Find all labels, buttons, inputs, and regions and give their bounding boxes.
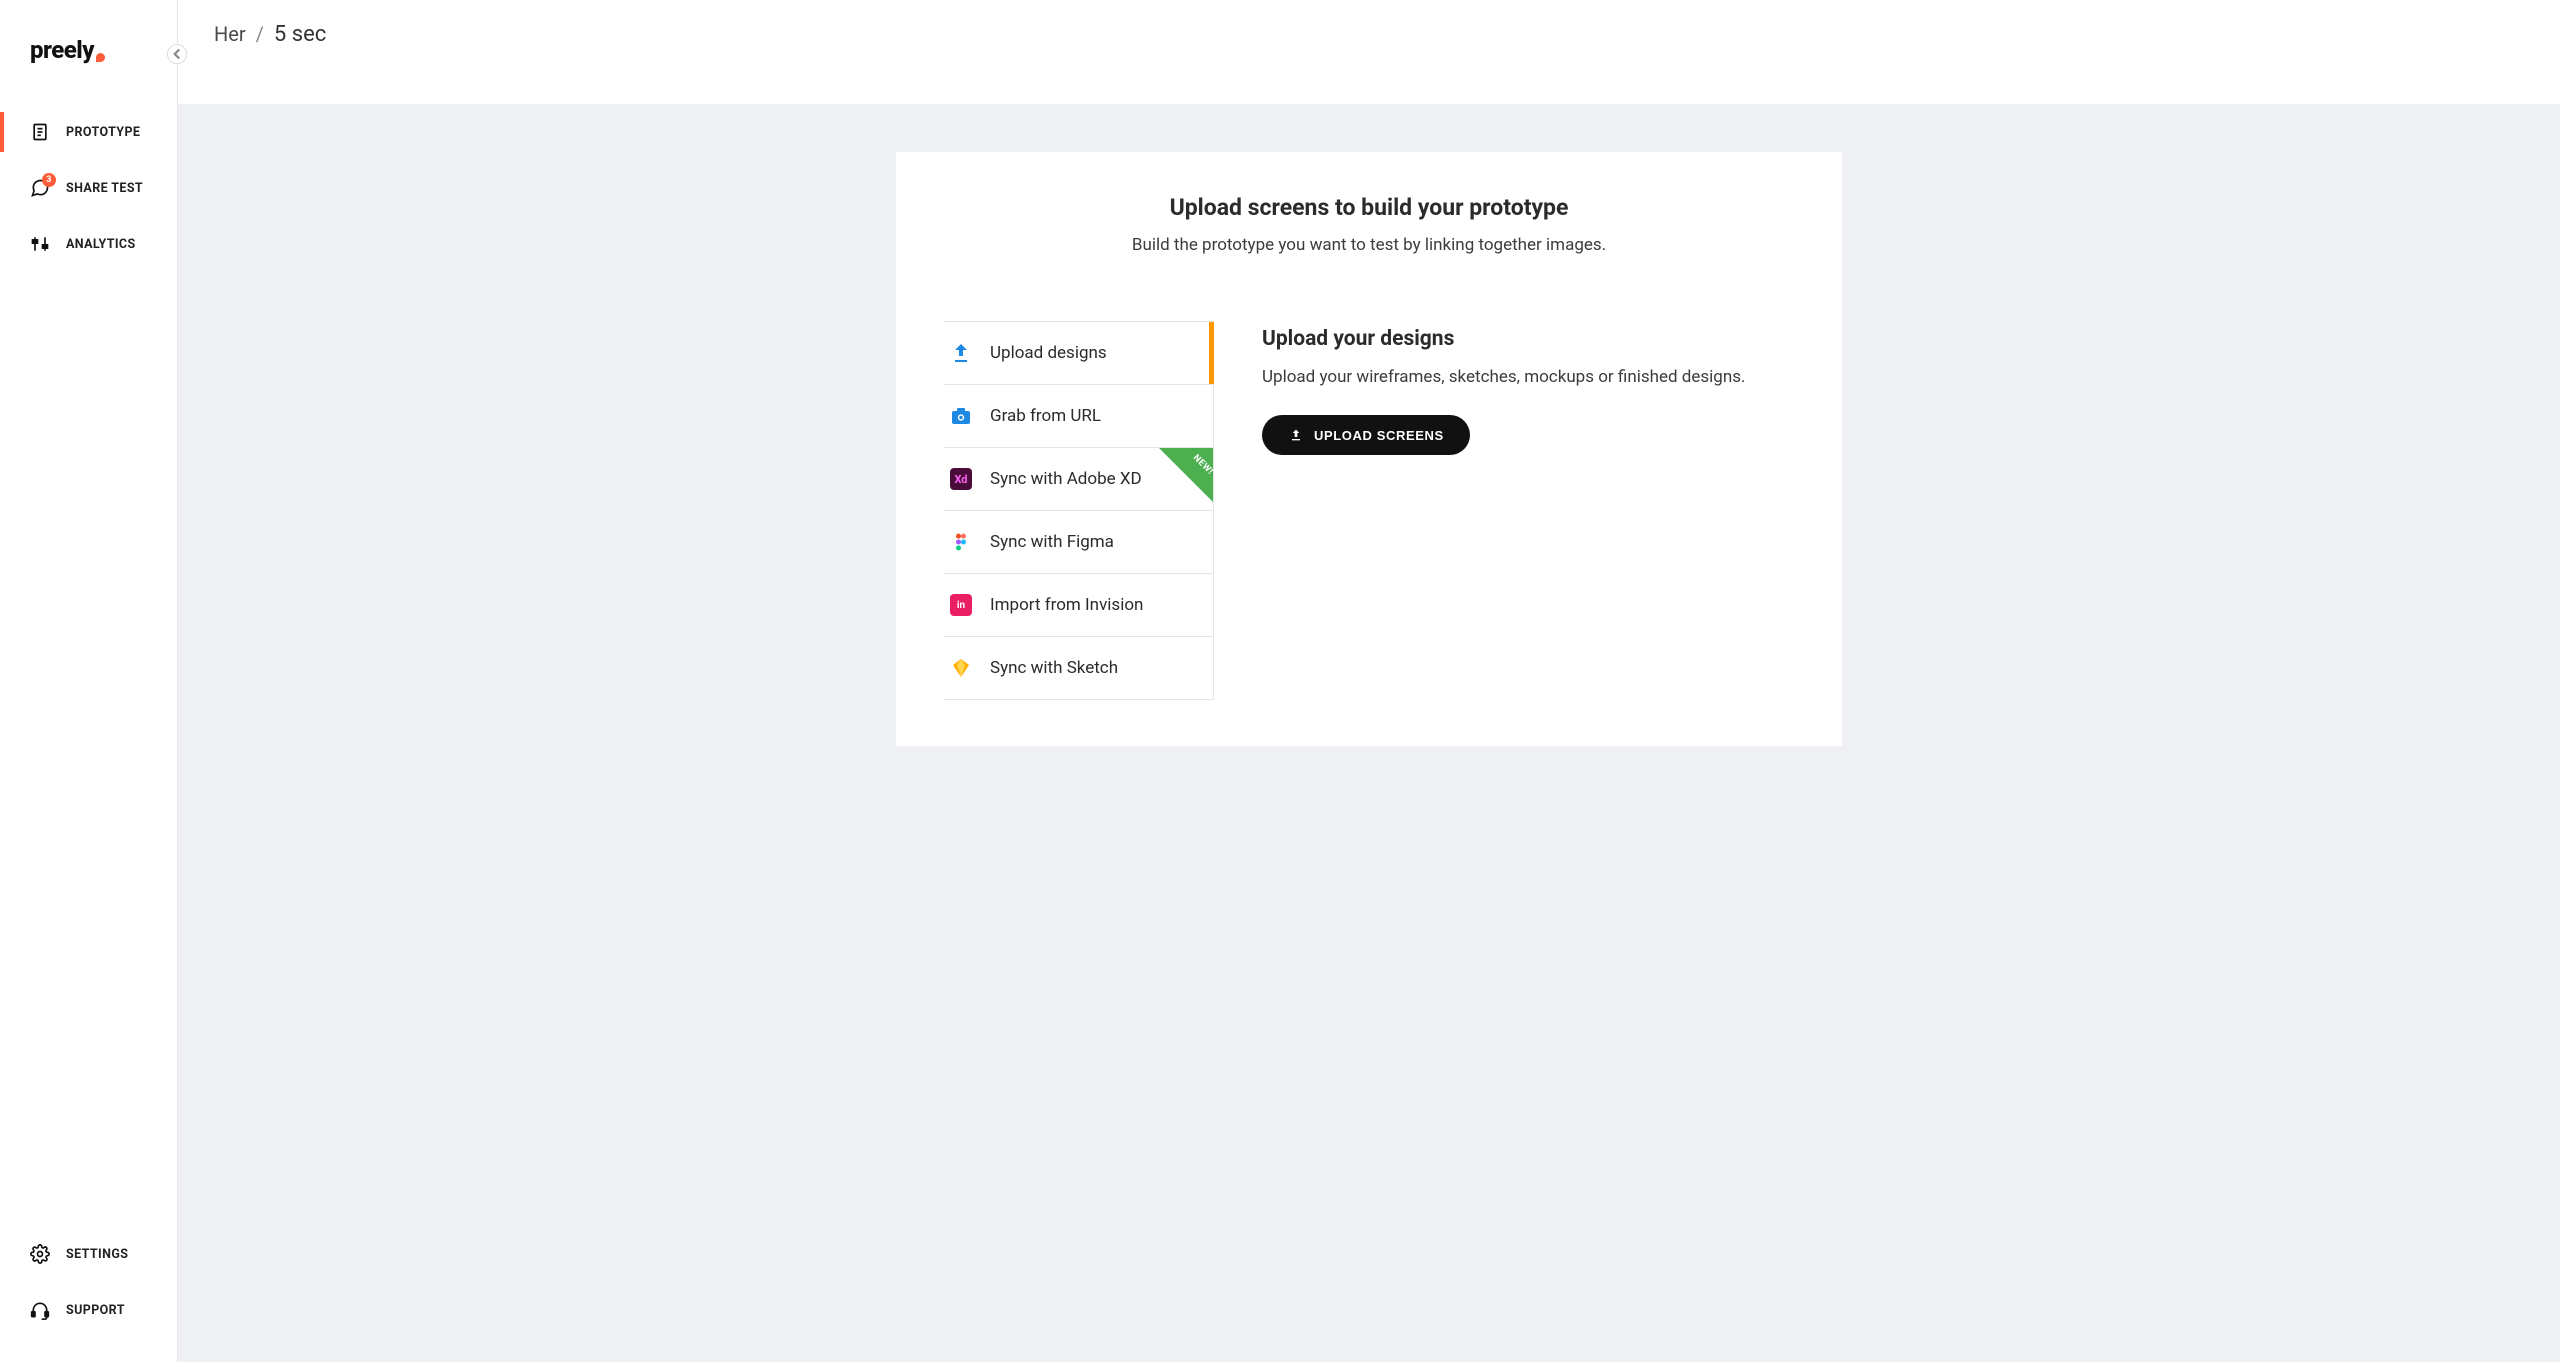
option-detail: Upload your designs Upload your wirefram… — [1262, 321, 1794, 700]
chat-icon: 3 — [30, 178, 50, 198]
brand-name: preely — [30, 36, 94, 64]
new-badge: NEW! — [1159, 448, 1213, 502]
adobe-xd-icon: Xd — [948, 466, 974, 492]
detail-title: Upload your designs — [1262, 327, 1794, 351]
sidebar: preely PROTOTYPE 3 SHARE TEST — [0, 0, 178, 1362]
upload-screens-button[interactable]: UPLOAD SCREENS — [1262, 415, 1470, 455]
invision-icon: in — [948, 592, 974, 618]
sidebar-item-analytics[interactable]: ANALYTICS — [0, 216, 177, 272]
sidebar-item-label: SUPPORT — [66, 1303, 125, 1318]
sidebar-item-label: ANALYTICS — [66, 237, 136, 252]
sidebar-item-label: SETTINGS — [66, 1247, 128, 1262]
option-label: Sync with Adobe XD — [990, 469, 1142, 489]
sidebar-item-prototype[interactable]: PROTOTYPE — [0, 104, 177, 160]
content-area: Upload screens to build your prototype B… — [178, 104, 2560, 1362]
button-label: UPLOAD SCREENS — [1314, 428, 1444, 443]
gear-icon — [30, 1244, 50, 1264]
upload-panel: Upload screens to build your prototype B… — [896, 152, 1842, 746]
sliders-icon — [30, 234, 50, 254]
sidebar-bottom: SETTINGS SUPPORT — [0, 1226, 177, 1362]
option-label: Sync with Sketch — [990, 658, 1118, 678]
breadcrumb-separator: / — [256, 22, 264, 46]
option-sync-adobe-xd[interactable]: Xd Sync with Adobe XD NEW! — [944, 447, 1213, 510]
detail-body: Upload your wireframes, sketches, mockup… — [1262, 367, 1794, 387]
panel-subtitle: Build the prototype you want to test by … — [936, 235, 1802, 255]
collapse-sidebar-button[interactable] — [167, 44, 187, 64]
panel-title: Upload screens to build your prototype — [936, 194, 1802, 221]
option-label: Import from Invision — [990, 595, 1143, 615]
panel-header: Upload screens to build your prototype B… — [896, 194, 1842, 285]
sidebar-item-support[interactable]: SUPPORT — [0, 1282, 177, 1338]
headset-icon — [30, 1300, 50, 1320]
breadcrumb: Her / 5 sec — [214, 22, 326, 47]
brand-dot-icon — [96, 53, 105, 62]
sketch-icon — [948, 655, 974, 681]
option-grab-from-url[interactable]: Grab from URL — [944, 384, 1213, 447]
option-label: Sync with Figma — [990, 532, 1114, 552]
breadcrumb-current: 5 sec — [274, 22, 326, 47]
breadcrumb-parent[interactable]: Her — [214, 22, 246, 46]
sidebar-item-label: SHARE TEST — [66, 181, 143, 196]
main: Her / 5 sec Upload screens to build your… — [178, 0, 2560, 1362]
share-test-badge: 3 — [42, 173, 56, 187]
sidebar-item-share-test[interactable]: 3 SHARE TEST — [0, 160, 177, 216]
option-upload-designs[interactable]: Upload designs — [944, 321, 1213, 384]
option-label: Grab from URL — [990, 406, 1101, 426]
camera-icon — [948, 403, 974, 429]
sidebar-nav: PROTOTYPE 3 SHARE TEST ANALYTICS — [0, 104, 177, 272]
chevron-left-icon — [168, 45, 186, 63]
upload-options-list: Upload designs Grab from URL Xd — [944, 321, 1214, 700]
option-label: Upload designs — [990, 343, 1107, 363]
topbar: Her / 5 sec — [178, 0, 2560, 104]
logo: preely — [0, 0, 177, 104]
figma-icon — [948, 529, 974, 555]
document-icon — [30, 122, 50, 142]
sidebar-item-label: PROTOTYPE — [66, 125, 140, 140]
option-sync-sketch[interactable]: Sync with Sketch — [944, 636, 1213, 700]
sidebar-item-settings[interactable]: SETTINGS — [0, 1226, 177, 1282]
option-sync-figma[interactable]: Sync with Figma — [944, 510, 1213, 573]
option-import-invision[interactable]: in Import from Invision — [944, 573, 1213, 636]
upload-icon — [1288, 427, 1304, 443]
upload-icon — [948, 340, 974, 366]
